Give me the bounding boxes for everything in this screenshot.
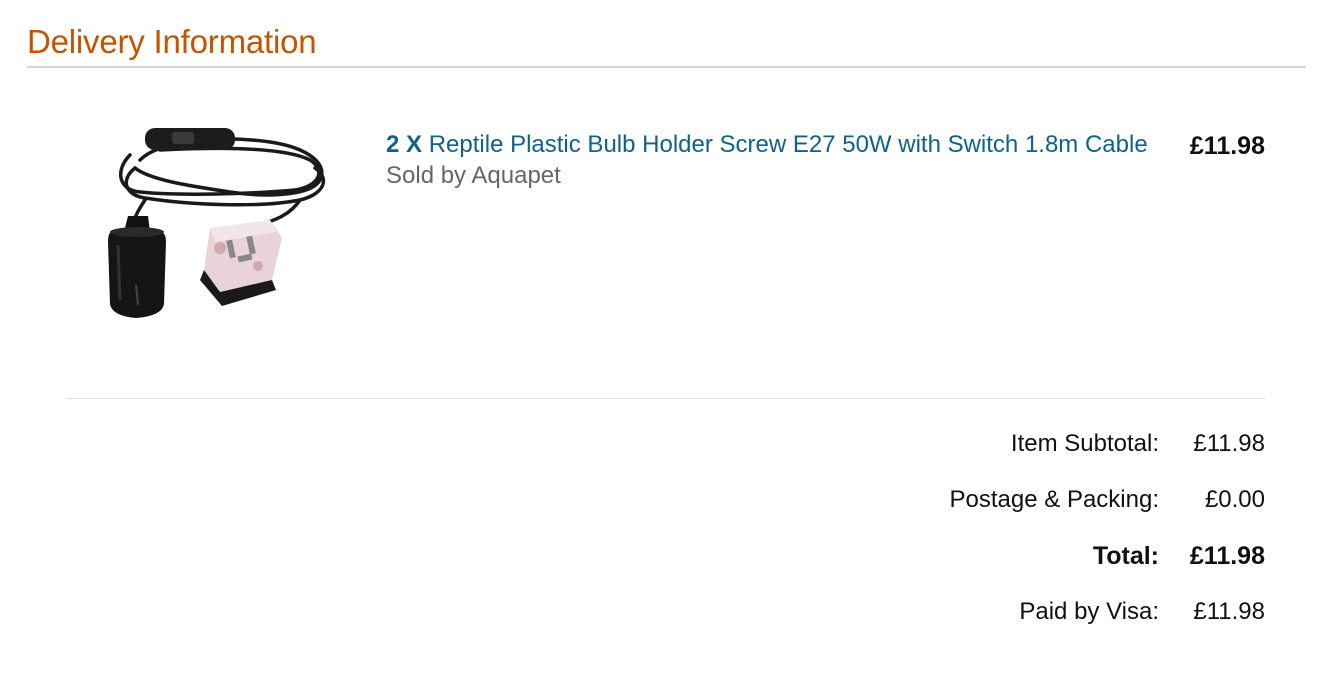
postage-label: Postage & Packing: (949, 486, 1159, 513)
total-label: Total: (1092, 542, 1159, 570)
summary-row-postage: Postage & Packing: £0.00 (665, 486, 1265, 542)
product-info: 2 X Reptile Plastic Bulb Holder Screw E2… (386, 127, 1156, 191)
postage-value: £0.00 (1204, 486, 1265, 513)
title-divider (27, 66, 1306, 68)
payment-label: Paid by Visa: (1019, 598, 1159, 625)
section-title: Delivery Information (27, 23, 317, 60)
summary-row-subtotal: Item Subtotal: £11.98 (665, 430, 1265, 486)
product-image[interactable] (100, 120, 340, 330)
payment-value: £11.98 (1193, 598, 1265, 625)
seller-label: Sold by Aquapet (386, 162, 561, 189)
summary-row-payment: Paid by Visa: £11.98 (665, 598, 1265, 654)
order-summary: Item Subtotal: £11.98 Postage & Packing:… (665, 430, 1265, 654)
section-divider (66, 398, 1266, 399)
order-details-page: Delivery Information 2 X Reptile Plastic… (0, 0, 1322, 688)
summary-row-total: Total: £11.98 (665, 542, 1265, 598)
item-name: Reptile Plastic Bulb Holder Screw E27 50… (428, 131, 1148, 158)
item-price: £11.98 (1189, 132, 1265, 160)
product-title-link[interactable]: 2 X Reptile Plastic Bulb Holder Screw E2… (386, 127, 1156, 163)
total-value: £11.98 (1189, 542, 1265, 570)
subtotal-value: £11.98 (1193, 430, 1265, 457)
item-quantity: 2 X (386, 131, 423, 158)
bulb-holder-cable-image (108, 128, 326, 318)
subtotal-label: Item Subtotal: (1010, 430, 1159, 457)
